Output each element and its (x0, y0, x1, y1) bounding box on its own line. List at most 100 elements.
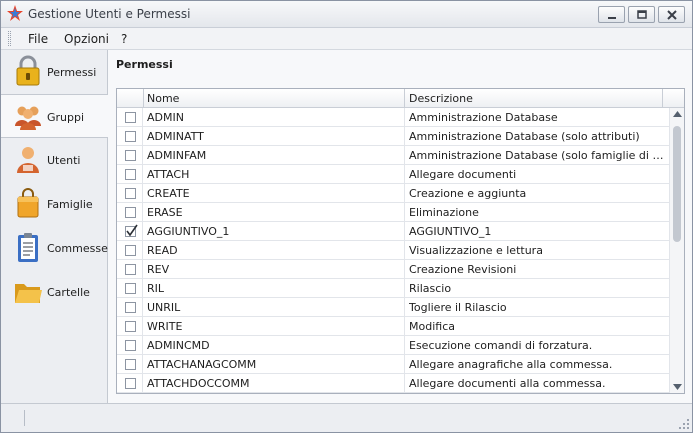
cell-separator (404, 203, 405, 221)
row-checkbox[interactable] (125, 131, 136, 142)
row-name: ADMIN (147, 111, 184, 124)
table-row[interactable]: ADMINFAM Amministrazione Database (solo … (117, 146, 669, 165)
row-checkbox-checked[interactable] (125, 224, 138, 237)
maximize-button[interactable] (628, 6, 655, 23)
vertical-scrollbar[interactable] (669, 108, 684, 393)
lock-icon (16, 55, 40, 86)
row-checkbox[interactable] (125, 112, 136, 123)
row-checkbox[interactable] (125, 169, 136, 180)
row-checkbox[interactable] (125, 302, 136, 313)
bag-icon (17, 188, 39, 218)
cell-separator (404, 260, 405, 278)
clipboard-icon (18, 233, 38, 262)
row-description: Creazione e aggiunta (409, 187, 527, 200)
row-description: Amministrazione Database (409, 111, 558, 124)
table-row[interactable]: ATTACHDOCCOMM Allegare documenti alla co… (117, 374, 669, 393)
permissions-grid: Nome Descrizione ADMIN Amministrazione D… (116, 88, 685, 394)
menu-help[interactable]: ? (118, 31, 130, 47)
sidebar-item-label: Commesse (47, 242, 108, 255)
table-row[interactable]: READ Visualizzazione e lettura (117, 241, 669, 260)
sidebar-item-famiglie[interactable]: Famiglie (1, 182, 107, 226)
row-name: ADMINCMD (147, 339, 210, 352)
row-name: ADMINFAM (147, 149, 207, 162)
row-checkbox[interactable] (125, 283, 136, 294)
toolbar-grip[interactable] (8, 31, 11, 46)
resize-grip-icon[interactable] (679, 419, 689, 429)
status-separator (24, 410, 25, 426)
folder-icon (15, 284, 42, 303)
sidebar-item-label: Utenti (47, 154, 81, 167)
scroll-down-arrow-icon[interactable] (673, 384, 682, 390)
row-checkbox-cell (117, 203, 143, 221)
scroll-up-arrow-icon[interactable] (673, 111, 682, 117)
menu-opzioni[interactable]: Opzioni (61, 31, 112, 47)
menu-file[interactable]: File (25, 31, 51, 47)
cell-separator (404, 279, 405, 297)
table-row[interactable]: CREATE Creazione e aggiunta (117, 184, 669, 203)
row-name: ATTACHANAGCOMM (147, 358, 257, 371)
row-description: AGGIUNTIVO_1 (409, 225, 492, 238)
row-checkbox[interactable] (125, 340, 136, 351)
cell-separator (404, 108, 405, 126)
scroll-thumb[interactable] (673, 126, 681, 242)
row-checkbox-cell (117, 165, 143, 183)
column-header-nome[interactable]: Nome (147, 92, 179, 105)
table-row[interactable]: UNRIL Togliere il Rilascio (117, 298, 669, 317)
table-row[interactable]: REV Creazione Revisioni (117, 260, 669, 279)
cell-separator (404, 184, 405, 202)
menu-bar: File Opzioni ? (1, 28, 692, 50)
row-description: Visualizzazione e lettura (409, 244, 543, 257)
grid-header: Nome Descrizione (117, 89, 684, 108)
row-checkbox-cell (117, 108, 143, 126)
row-checkbox-cell (117, 241, 143, 259)
sidebar-item-permessi[interactable]: Permessi (1, 50, 107, 94)
row-description: Amministrazione Database (solo famiglie … (409, 149, 665, 162)
row-checkbox[interactable] (125, 150, 136, 161)
table-row[interactable]: ADMIN Amministrazione Database (117, 108, 669, 127)
row-description: Togliere il Rilascio (409, 301, 507, 314)
row-checkbox[interactable] (125, 321, 136, 332)
sidebar-item-utenti[interactable]: Utenti (1, 138, 107, 182)
row-name: ERASE (147, 206, 183, 219)
table-row[interactable]: AGGIUNTIVO_1 AGGIUNTIVO_1 (117, 222, 669, 241)
column-header-descrizione[interactable]: Descrizione (409, 92, 473, 105)
column-separator (662, 89, 663, 108)
row-description: Rilascio (409, 282, 452, 295)
cell-separator (404, 165, 405, 183)
row-checkbox[interactable] (125, 245, 136, 256)
row-checkbox-cell (117, 336, 143, 354)
sidebar-item-gruppi[interactable]: Gruppi (1, 94, 109, 138)
table-row[interactable]: ADMINCMD Esecuzione comandi di forzatura… (117, 336, 669, 355)
title-bar: Gestione Utenti e Permessi (1, 1, 692, 28)
sidebar-item-cartelle[interactable]: Cartelle (1, 270, 107, 314)
table-row[interactable]: ATTACHANAGCOMM Allegare anagrafiche alla… (117, 355, 669, 374)
close-button[interactable] (658, 6, 685, 23)
cell-separator (404, 222, 405, 240)
status-bar (1, 403, 692, 432)
minimize-button[interactable] (598, 6, 625, 23)
row-checkbox[interactable] (125, 359, 136, 370)
table-row[interactable]: ADMINATT Amministrazione Database (solo … (117, 127, 669, 146)
column-separator (143, 89, 144, 108)
sidebar-item-commesse[interactable]: Commesse (1, 226, 108, 270)
row-description: Esecuzione comandi di forzatura. (409, 339, 593, 352)
table-row[interactable]: WRITE Modifica (117, 317, 669, 336)
table-row[interactable]: ATTACH Allegare documenti (117, 165, 669, 184)
row-description: Allegare anagrafiche alla commessa. (409, 358, 613, 371)
row-checkbox[interactable] (125, 378, 136, 389)
close-icon (667, 10, 677, 20)
row-checkbox[interactable] (125, 264, 136, 275)
cell-separator (404, 298, 405, 316)
table-row[interactable]: RIL Rilascio (117, 279, 669, 298)
window-title: Gestione Utenti e Permessi (28, 7, 191, 21)
row-description: Allegare documenti alla commessa. (409, 377, 606, 390)
sidebar-item-label: Famiglie (47, 198, 93, 211)
row-checkbox[interactable] (125, 188, 136, 199)
column-separator (404, 89, 405, 108)
cell-separator (404, 241, 405, 259)
table-row[interactable]: ERASE Eliminazione (117, 203, 669, 222)
page-title: Permessi (116, 58, 173, 71)
sidebar: Permessi Gruppi Utenti Famiglie Commesse… (1, 50, 109, 403)
row-checkbox[interactable] (125, 207, 136, 218)
row-checkbox-cell (117, 355, 143, 373)
